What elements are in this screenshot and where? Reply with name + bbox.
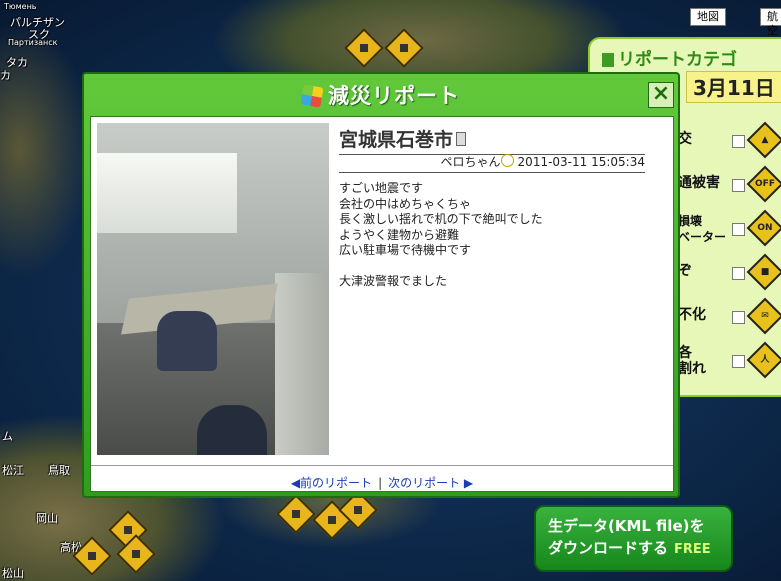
category-checkbox[interactable] — [732, 223, 745, 236]
running-person-icon: 人 — [746, 341, 781, 379]
map-label: Партизанск — [8, 38, 58, 47]
report-marker-icon[interactable] — [384, 28, 424, 68]
report-line: 長く激しい揺れで机の下で絶叫でした — [339, 212, 543, 226]
map-label: 鳥取 — [48, 464, 70, 477]
report-location: 宮城県石巻市 — [339, 125, 645, 155]
report-datetime: 2011-03-11 15:05:34 — [517, 155, 645, 169]
report-author: ペロちゃん — [440, 155, 501, 169]
power-on-icon: ON — [746, 209, 781, 247]
category-checkbox[interactable] — [732, 311, 745, 324]
dialog-body: 宮城県石巻市 ペロちゃん 2011-03-11 15:05:34 すごい地震です … — [90, 116, 674, 492]
close-button[interactable]: × — [648, 82, 674, 108]
map-label: Тюмень — [4, 2, 37, 11]
map-label: 松江 — [2, 464, 24, 477]
map-label: 松山 — [2, 567, 24, 580]
report-line: 会社の中はめちゃくちゃ — [339, 196, 472, 211]
report-dialog: 減災リポート × 宮城県石巻市 ペロちゃん 2011-03-11 15:05:34… — [82, 72, 680, 498]
report-marker-icon[interactable] — [344, 28, 384, 68]
download-kml-button[interactable]: 生データ(KML file)を ダウンロードする FREE — [534, 505, 733, 572]
map-label: ム — [2, 430, 13, 443]
face-icon — [500, 154, 514, 167]
report-line: 大津波警報でました — [339, 274, 448, 288]
report-photo[interactable] — [97, 123, 329, 455]
report-line: ようやく建物から避難 — [339, 227, 460, 242]
report-meta: ペロちゃん 2011-03-11 15:05:34 — [339, 153, 645, 173]
document-icon — [602, 53, 614, 67]
report-line: すごい地震です — [339, 181, 424, 195]
dialog-title: 減災リポート — [84, 80, 678, 110]
category-checkbox[interactable] — [732, 355, 745, 368]
date-filter[interactable]: 3月11日 — [686, 71, 781, 103]
mobile-phone-icon: ✉ — [746, 297, 781, 335]
map-type-button[interactable]: 地図 — [690, 8, 726, 26]
report-marker-icon[interactable] — [276, 494, 316, 534]
next-report-link[interactable]: 次のリポート ▶ — [388, 476, 473, 490]
cube-logo-icon — [300, 84, 324, 108]
report-line — [339, 259, 645, 275]
map-label: カ — [0, 69, 11, 82]
satellite-type-button[interactable]: 航空 — [760, 8, 781, 37]
report-line: 広い駐車場で待機中です — [339, 243, 472, 257]
map-label: 岡山 — [36, 512, 58, 525]
car-warning-icon: ▲ — [746, 121, 781, 159]
category-panel-title: リポートカテゴ — [602, 45, 737, 70]
mobile-phone-icon — [456, 132, 467, 146]
report-text: すごい地震です 会社の中はめちゃくちゃ 長く激しい揺れで机の下で絶叫でした よう… — [339, 181, 645, 290]
category-checkbox[interactable] — [732, 179, 745, 192]
report-navigation: ◀前のリポート | 次のリポート ▶ — [91, 465, 673, 491]
previous-report-link[interactable]: ◀前のリポート — [291, 476, 372, 490]
category-checkbox[interactable] — [732, 135, 745, 148]
category-checkbox[interactable] — [732, 267, 745, 280]
power-off-icon: OFF — [746, 165, 781, 203]
fuel-icon: ■ — [746, 253, 781, 291]
